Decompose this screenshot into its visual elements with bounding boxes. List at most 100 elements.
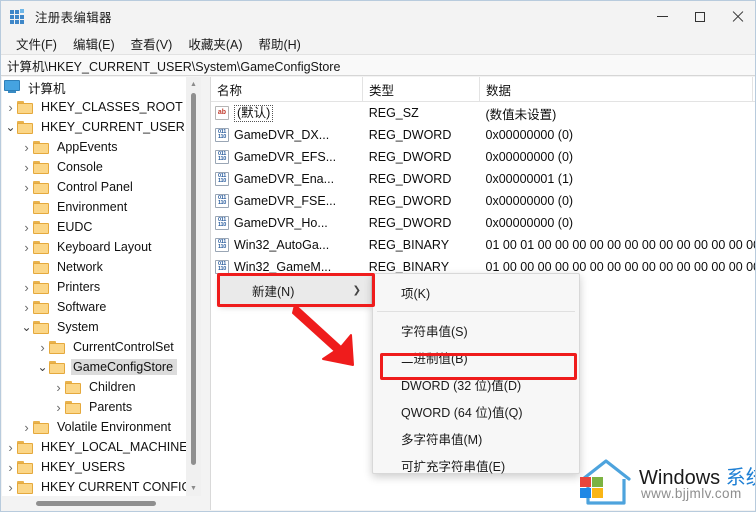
menu-help[interactable]: 帮助(H) [250,32,308,55]
submenu-item-dword-32-value[interactable]: DWORD (32 位)值(D) [373,371,579,398]
value-data: 0x00000000 (0) [485,150,574,164]
table-row[interactable]: 011 110 GameDVR_Ho... REG_DWORD 0x00000000 (… [211,212,755,234]
chevron-down-icon[interactable]: ⌄ [36,359,49,375]
tree-item-children[interactable]: › Children [2,377,186,397]
folder-icon [33,200,50,214]
tree-scrollbar-thumb[interactable] [191,93,196,465]
tree-item-parents[interactable]: › Parents [2,397,186,417]
registry-tree-pane[interactable]: 计算机 › HKEY_CLASSES_ROOT ⌄ HKEY_CURRENT_USER… [2,77,186,510]
menu-view[interactable]: 查看(V) [123,32,181,55]
tree-item-label: Console [57,160,103,174]
tree-vertical-scrollbar[interactable]: ▲ ▼ [186,77,201,496]
submenu-item-qword-64-value[interactable]: QWORD (64 位)值(Q) [373,398,579,425]
tree-item-console[interactable]: › Console [2,157,186,177]
submenu-item-key[interactable]: 项(K) [373,279,579,306]
column-header-type[interactable]: 类型 [363,77,480,102]
menu-favorites[interactable]: 收藏夹(A) [180,32,250,55]
scroll-up-icon[interactable]: ▲ [186,77,201,92]
chevron-right-icon[interactable]: › [4,99,17,115]
context-menu-item-new[interactable]: 新建(N) ❯ [220,276,371,304]
title-bar: 注册表编辑器 [1,1,755,32]
tree-item-currentcontrolset[interactable]: › CurrentControlSet [2,337,186,357]
chevron-right-icon[interactable]: › [36,339,49,355]
chevron-right-icon[interactable]: › [20,419,33,435]
tree-item-keyboard-layout[interactable]: › Keyboard Layout [2,237,186,257]
tree-item-eudc[interactable]: › EUDC [2,217,186,237]
table-row[interactable]: ab (默认) REG_SZ (数值未设置) [211,102,755,124]
chevron-right-icon[interactable]: › [52,379,65,395]
submenu-item-string-value[interactable]: 字符串值(S) [373,317,579,344]
menu-bar: 文件(F) 编辑(E) 查看(V) 收藏夹(A) 帮助(H) [1,32,755,55]
chevron-down-icon[interactable]: ⌄ [4,119,17,135]
value-data: 0x00000001 (1) [485,172,574,186]
tree-item-software[interactable]: › Software [2,297,186,317]
maximize-button[interactable] [681,1,719,32]
tree-item-hkey-local-machine[interactable]: › HKEY_LOCAL_MACHINE [2,437,186,457]
tree-item-network[interactable]: ›Network [2,257,186,277]
tree-item-control-panel[interactable]: › Control Panel [2,177,186,197]
value-type: REG_DWORD [368,172,452,186]
table-row[interactable]: 011 110 Win32_AutoGa... REG_BINARY 01 00 01 … [211,234,755,256]
chevron-right-icon[interactable]: › [4,479,17,495]
address-bar[interactable]: 计算机\HKEY_CURRENT_USER\System\GameConfigS… [1,54,755,76]
tree-item-hkey-users[interactable]: › HKEY_USERS [2,457,186,477]
registry-icon [10,8,27,25]
close-icon [732,11,744,23]
submenu-item-binary-value[interactable]: 二进制值(B) [373,344,579,371]
value-type: REG_DWORD [368,194,452,208]
tree-item-volatile-environment[interactable]: › Volatile Environment [2,417,186,437]
chevron-right-icon[interactable]: › [20,139,33,155]
tree-item-hkey-classes-root[interactable]: › HKEY_CLASSES_ROOT [2,97,186,117]
table-row[interactable]: 011 110 GameDVR_DX... REG_DWORD 0x00000000 (… [211,124,755,146]
tree-item-environment[interactable]: ›Environment [2,197,186,217]
submenu-item-expandable-string-value[interactable]: 可扩充字符串值(E) [373,452,579,479]
chevron-right-icon[interactable]: › [20,279,33,295]
close-button[interactable] [719,1,755,32]
context-menu[interactable]: 新建(N) ❯ [219,275,372,305]
value-name: GameDVR_Ho... [234,216,328,230]
column-header-data[interactable]: 数据 [480,77,753,102]
chevron-right-icon[interactable]: › [20,159,33,175]
menu-file[interactable]: 文件(F) [8,32,65,55]
tree-item-printers[interactable]: › Printers [2,277,186,297]
value-name: Win32_GameM... [234,260,332,274]
tree-items: › HKEY_CLASSES_ROOT ⌄ HKEY_CURRENT_USER › App… [2,97,186,497]
tree-horizontal-scrollbar[interactable] [2,496,186,510]
window-title: 注册表编辑器 [35,11,112,25]
new-submenu[interactable]: 项(K) 字符串值(S) 二进制值(B) DWORD (32 位)值(D) QW… [372,273,580,474]
table-row[interactable]: 011 110 GameDVR_Ena... REG_DWORD 0x00000001 … [211,168,755,190]
tree-root-computer[interactable]: 计算机 [2,77,186,97]
value-type: REG_BINARY [368,238,450,252]
minimize-button[interactable] [643,1,681,32]
maximize-icon [695,11,705,22]
tree-item-hkey-current-config[interactable]: › HKEY CURRENT CONFIG [2,477,186,497]
chevron-right-icon[interactable]: › [4,439,17,455]
column-header-name[interactable]: 名称 [211,77,363,102]
chevron-right-icon[interactable]: › [4,459,17,475]
dword-value-icon: 011 110 [215,194,229,208]
table-row[interactable]: 011 110 GameDVR_FSE... REG_DWORD 0x00000000 … [211,190,755,212]
tree-item-label: System [57,320,99,334]
value-name-cell: 011 110 Win32_AutoGa... [211,238,363,252]
chevron-right-icon[interactable]: › [52,399,65,415]
tree-hscrollbar-thumb[interactable] [36,501,156,506]
menu-edit[interactable]: 编辑(E) [65,32,123,55]
chevron-right-icon[interactable]: › [20,219,33,235]
scroll-down-icon[interactable]: ▼ [186,481,201,496]
tree-item-appevents[interactable]: › AppEvents [2,137,186,157]
tree-item-computer[interactable]: 计算机 [2,77,186,97]
dword-value-icon: 011 110 [215,172,229,186]
value-name-cell: 011 110 Win32_GameM... [211,260,363,274]
value-name-cell: 011 110 GameDVR_DX... [211,128,363,142]
table-row[interactable]: 011 110 GameDVR_EFS... REG_DWORD 0x00000000 … [211,146,755,168]
tree-item-hkey-current-user[interactable]: ⌄ HKEY_CURRENT_USER [2,117,186,137]
chevron-right-icon[interactable]: › [20,179,33,195]
chevron-down-icon[interactable]: ⌄ [20,319,33,335]
chevron-right-icon[interactable]: › [20,299,33,315]
tree-item-system[interactable]: ⌄ System [2,317,186,337]
tree-item-gameconfigstore[interactable]: ⌄ GameConfigStore [2,357,186,377]
chevron-right-icon[interactable]: › [20,239,33,255]
tree-item-label: HKEY_LOCAL_MACHINE [41,440,186,454]
string-value-icon: ab [215,106,229,120]
submenu-item-multi-string-value[interactable]: 多字符串值(M) [373,425,579,452]
